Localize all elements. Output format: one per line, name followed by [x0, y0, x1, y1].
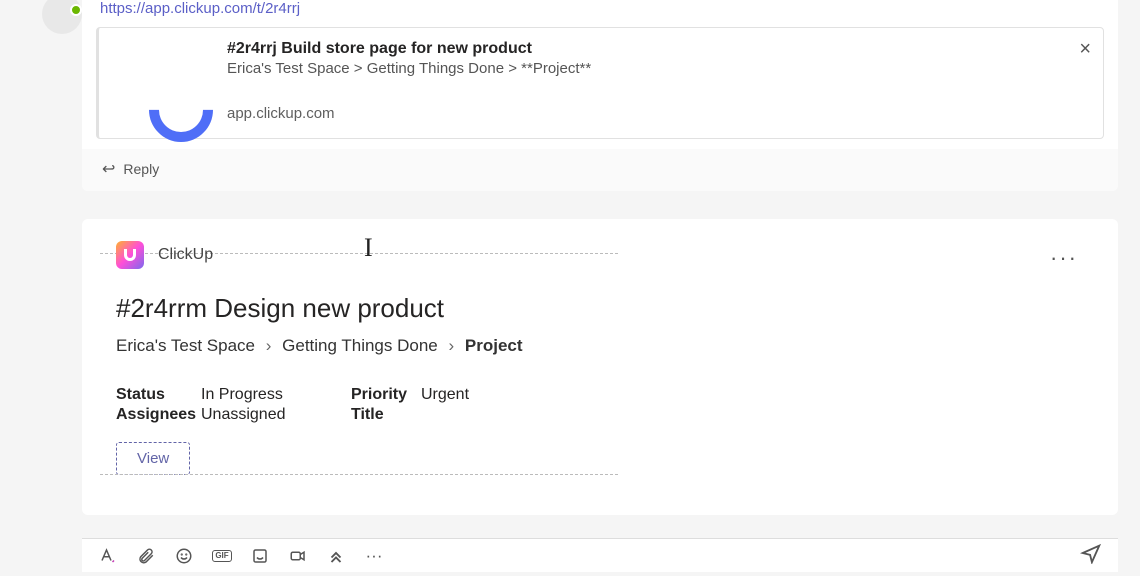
status-label: Status [116, 386, 201, 404]
clickup-app-icon [116, 241, 144, 269]
link-preview-card[interactable]: #2r4rrj Build store page for new product… [96, 27, 1104, 139]
clickup-extension-icon[interactable] [326, 546, 346, 566]
status-value: In Progress [201, 386, 351, 404]
clickup-arrow-icon [137, 42, 207, 80]
compose-toolbar: GIF ··· [82, 538, 1118, 572]
clickup-smile-icon [137, 98, 207, 126]
link-preview-title: #2r4rrj Build store page for new product [227, 40, 1085, 58]
message-link[interactable]: https://app.clickup.com/t/2r4rrj [82, 0, 1118, 23]
breadcrumb-item[interactable]: Getting Things Done [282, 336, 438, 355]
gif-icon[interactable]: GIF [212, 546, 232, 566]
breadcrumb: Erica's Test Space › Getting Things Done… [116, 336, 1084, 356]
breadcrumb-item[interactable]: Erica's Test Space [116, 336, 255, 355]
title-value [421, 406, 1084, 424]
reply-label: Reply [123, 161, 159, 177]
view-button[interactable]: View [116, 442, 190, 475]
meet-icon[interactable] [288, 546, 308, 566]
sticker-icon[interactable] [250, 546, 270, 566]
compose-box[interactable]: ClickUp I ··· #2r4rrm Design new product… [82, 219, 1118, 515]
link-preview-path: Erica's Test Space > Getting Things Done… [227, 60, 1085, 77]
attach-icon[interactable] [136, 546, 156, 566]
reply-button[interactable]: ↩ Reply [82, 149, 1118, 191]
card-title: #2r4rrm Design new product [116, 293, 1084, 324]
breadcrumb-item[interactable]: Project [465, 336, 523, 355]
more-icon[interactable]: ··· [364, 546, 384, 566]
reply-arrow-icon: ↩ [102, 159, 115, 179]
send-icon[interactable] [1080, 542, 1102, 570]
divider [100, 474, 618, 475]
link-preview-logo [117, 40, 227, 126]
close-icon[interactable]: × [1079, 38, 1091, 61]
assignees-value: Unassigned [201, 406, 351, 424]
text-cursor-icon: I [364, 233, 373, 263]
assignees-label: Assignees [116, 406, 201, 424]
title-label: Title [351, 406, 421, 424]
emoji-icon[interactable] [174, 546, 194, 566]
priority-label: Priority [351, 386, 421, 404]
link-preview-domain: app.clickup.com [227, 105, 1085, 122]
chat-message: https://app.clickup.com/t/2r4rrj #2r4rrj… [82, 0, 1118, 191]
card-more-button[interactable]: ··· [1050, 245, 1078, 271]
format-icon[interactable] [98, 546, 118, 566]
priority-value: Urgent [421, 386, 1084, 404]
app-name: ClickUp [158, 246, 213, 264]
presence-available-icon [70, 4, 82, 16]
